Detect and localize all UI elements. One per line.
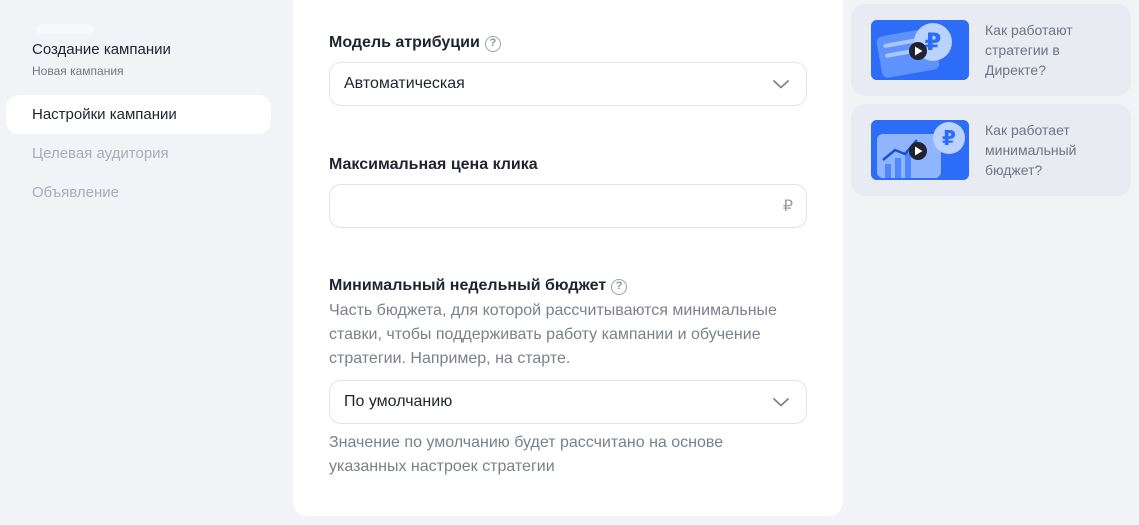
video-thumbnail: ₽ <box>871 120 969 180</box>
video-title-strategies: Как работают стратегии в Директе? <box>985 22 1073 78</box>
attribution-model-value: Автоматическая <box>344 75 465 92</box>
faded-breadcrumb <box>36 24 94 34</box>
video-card-strategies[interactable]: ₽ Как работают стратегии в Директе? <box>851 4 1131 96</box>
video-card-budget[interactable]: ₽ Как работает минимальный бюджет? <box>851 104 1131 196</box>
max-click-price-input[interactable]: ₽ <box>329 184 807 228</box>
svg-text:₽: ₽ <box>925 28 942 56</box>
help-icon[interactable]: ? <box>484 36 501 52</box>
chevron-down-icon <box>773 80 789 89</box>
chevron-down-icon <box>773 398 789 407</box>
svg-text:₽: ₽ <box>942 126 956 150</box>
weekly-budget-description: Часть бюджета, для которой рассчитываютс… <box>329 302 777 367</box>
help-icon[interactable]: ? <box>611 279 628 295</box>
budget-chart-video-thumbnail-icon: ₽ <box>871 120 969 180</box>
video-title-budget: Как работает минимальный бюджет? <box>985 122 1077 178</box>
weekly-budget-label-text: Минимальный недельный бюджет <box>329 277 607 294</box>
weekly-budget-label: Минимальный недельный бюджет? <box>329 277 628 295</box>
nav-item-ad[interactable]: Объявление <box>6 173 271 212</box>
max-click-price-label: Максимальная цена клика <box>329 156 538 173</box>
nav-item-target-audience[interactable]: Целевая аудитория <box>6 134 271 173</box>
weekly-budget-select[interactable]: По умолчанию <box>329 380 807 424</box>
campaign-settings-page: Создание кампании Новая кампания Настрой… <box>0 0 1139 525</box>
campaign-steps-nav: Создание кампании Новая кампания Настрой… <box>0 0 282 525</box>
ruble-video-thumbnail-icon: ₽ <box>871 20 969 80</box>
campaign-settings-form: Модель атрибуции? Автоматическая Максима… <box>293 0 843 516</box>
ruble-icon: ₽ <box>782 198 793 215</box>
nav-item-campaign-settings[interactable]: Настройки кампании <box>6 95 271 134</box>
weekly-budget-hint: Значение по умолчанию будет рассчитано н… <box>329 434 724 475</box>
weekly-budget-value: По умолчанию <box>344 393 453 410</box>
video-thumbnail: ₽ <box>871 20 969 80</box>
attribution-model-label: Модель атрибуции? <box>329 34 501 52</box>
attribution-model-select[interactable]: Автоматическая <box>329 62 807 106</box>
nav-title: Создание кампании <box>32 41 171 58</box>
nav-subtitle: Новая кампания <box>32 64 124 78</box>
attribution-model-label-text: Модель атрибуции <box>329 34 480 51</box>
